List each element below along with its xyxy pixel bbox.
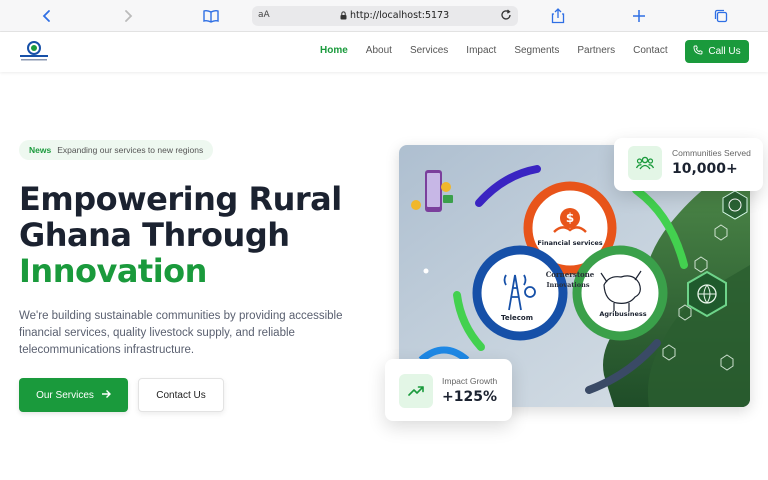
communities-value: 10,000+: [672, 161, 738, 177]
headline-accent: Innovation: [19, 252, 207, 290]
site-header: Home About Services Impact Segments Part…: [0, 32, 768, 72]
news-text: Expanding our services to new regions: [57, 145, 204, 155]
headline-line-1: Empowering Rural: [19, 180, 342, 218]
users-icon: [628, 146, 662, 180]
nav-segments[interactable]: Segments: [514, 45, 559, 56]
company-logo[interactable]: [19, 40, 49, 64]
impact-growth-label: Impact Growth: [442, 376, 498, 386]
address-bar[interactable]: aA http://localhost:5173: [252, 6, 518, 26]
illustration-center-label-1: Cornerstone: [546, 270, 595, 279]
main-nav: Home About Services Impact Segments Part…: [320, 45, 686, 56]
nav-partners[interactable]: Partners: [577, 45, 615, 56]
text-size-button[interactable]: aA: [258, 10, 270, 20]
impact-growth-value: +125%: [442, 389, 497, 405]
illustration-financial-label: Financial services: [537, 239, 602, 247]
call-us-button[interactable]: Call Us: [685, 40, 749, 63]
illustration-agri-label: Agribusiness: [599, 310, 646, 318]
impact-growth-card: Impact Growth +125%: [385, 359, 512, 421]
back-icon[interactable]: [37, 6, 57, 26]
our-services-label: Our Services: [36, 389, 94, 401]
call-us-label: Call Us: [708, 46, 741, 57]
news-tag: News: [29, 145, 52, 155]
illustration-center-label-2: Innovations: [546, 281, 589, 289]
nav-contact[interactable]: Contact: [633, 45, 667, 56]
hero-description: We're building sustainable communities b…: [19, 310, 343, 356]
illustration-telecom-label: Telecom: [501, 314, 533, 322]
nav-impact[interactable]: Impact: [466, 45, 496, 56]
hero-headline: Empowering Rural Ghana Through Innovatio…: [19, 181, 379, 289]
news-badge: News Expanding our services to new regio…: [19, 140, 214, 160]
headline-line-2: Ghana Through: [19, 216, 290, 254]
svg-text:$: $: [566, 211, 574, 225]
share-icon[interactable]: [548, 6, 568, 26]
reload-icon[interactable]: [500, 9, 512, 24]
phone-icon: [693, 45, 703, 58]
new-tab-icon[interactable]: [629, 6, 649, 26]
bookmarks-icon[interactable]: [201, 6, 221, 26]
tabs-icon[interactable]: [711, 6, 731, 26]
trending-up-icon: [399, 374, 433, 408]
arrow-right-icon: [101, 389, 111, 402]
nav-services[interactable]: Services: [410, 45, 448, 56]
communities-label: Communities Served: [672, 148, 751, 158]
nav-home[interactable]: Home: [320, 45, 348, 56]
our-services-button[interactable]: Our Services: [19, 378, 128, 412]
contact-us-button[interactable]: Contact Us: [138, 378, 224, 412]
url-text: http://localhost:5173: [350, 10, 450, 21]
browser-toolbar: aA http://localhost:5173: [0, 0, 768, 32]
communities-stat-card: Communities Served 10,000+: [614, 138, 763, 191]
lock-icon: [340, 11, 347, 23]
nav-about[interactable]: About: [366, 45, 392, 56]
forward-icon[interactable]: [118, 6, 138, 26]
